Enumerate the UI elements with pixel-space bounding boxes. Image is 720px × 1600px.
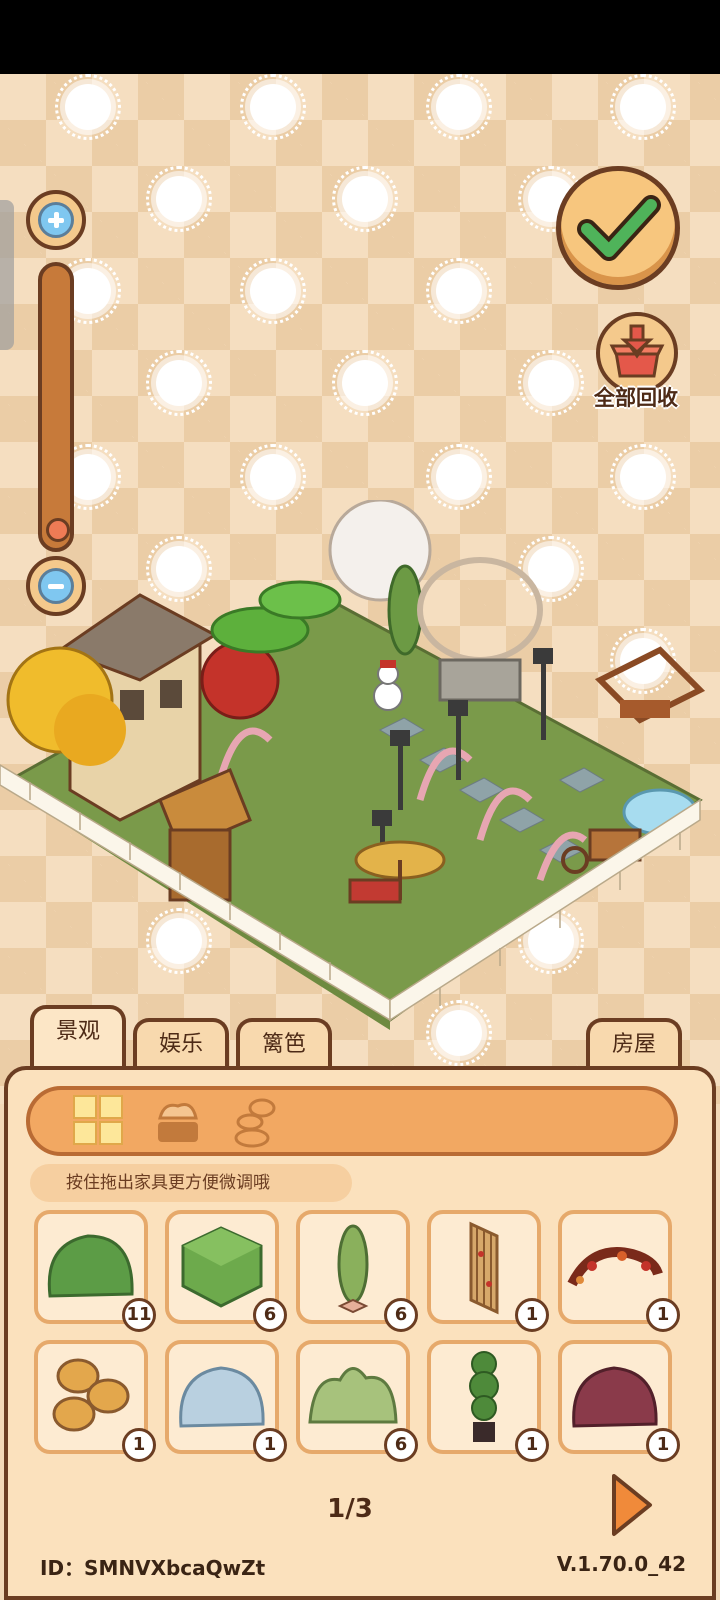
potted-plant-icon[interactable] xyxy=(150,1094,206,1148)
item-card[interactable]: 1 xyxy=(558,1210,680,1332)
item-count-badge: 1 xyxy=(646,1428,680,1462)
sun-tile-icon xyxy=(146,166,212,232)
item-card[interactable]: 6 xyxy=(165,1210,287,1332)
sun-tile-icon xyxy=(426,444,492,510)
item-count-badge: 1 xyxy=(122,1428,156,1462)
item-card[interactable]: 11 xyxy=(34,1210,156,1332)
hint-text: 按住拖出家具更方便微调哦 xyxy=(30,1164,352,1202)
sun-tile-icon xyxy=(332,350,398,416)
sun-tile-icon xyxy=(610,444,676,510)
grid-all-icon[interactable] xyxy=(70,1094,126,1148)
sun-tile-icon xyxy=(240,444,306,510)
plus-icon xyxy=(38,202,74,238)
item-card[interactable]: 1 xyxy=(427,1340,549,1462)
storage-box-icon xyxy=(609,324,665,378)
item-count-badge: 11 xyxy=(122,1298,156,1332)
version-label: V.1.70.0_42 xyxy=(556,1552,686,1576)
tab-landscape[interactable]: 景观 xyxy=(30,1005,126,1071)
item-card[interactable]: 1 xyxy=(558,1340,680,1462)
item-count-badge: 6 xyxy=(384,1428,418,1462)
confirm-button[interactable] xyxy=(556,166,680,290)
zoom-in-button[interactable] xyxy=(26,190,86,250)
item-card[interactable]: 1 xyxy=(165,1340,287,1462)
sun-tile-icon xyxy=(55,74,121,140)
sun-tile-icon xyxy=(240,74,306,140)
sun-tile-icon xyxy=(240,258,306,324)
sun-tile-icon xyxy=(426,74,492,140)
sun-tile-icon xyxy=(146,350,212,416)
item-count-badge: 6 xyxy=(253,1298,287,1332)
item-card[interactable]: 6 xyxy=(296,1340,418,1462)
item-count-badge: 1 xyxy=(515,1428,549,1462)
item-card[interactable]: 1 xyxy=(427,1210,549,1332)
stones-icon[interactable] xyxy=(228,1094,284,1148)
item-count-badge: 1 xyxy=(253,1428,287,1462)
side-drawer-handle[interactable] xyxy=(0,200,14,350)
status-bar xyxy=(0,0,720,74)
tab-fence[interactable]: 篱笆 xyxy=(236,1018,332,1070)
arrow-right-icon xyxy=(612,1474,652,1536)
sun-tile-icon xyxy=(518,350,584,416)
item-count-badge: 6 xyxy=(384,1298,418,1332)
checkmark-icon xyxy=(577,195,661,261)
sun-tile-icon xyxy=(332,166,398,232)
item-count-badge: 1 xyxy=(646,1298,680,1332)
sun-tile-icon xyxy=(610,74,676,140)
next-page-button[interactable] xyxy=(608,1470,654,1540)
recycle-all-label: 全部回收 xyxy=(594,386,678,410)
item-card[interactable]: 1 xyxy=(34,1340,156,1462)
garden-scene[interactable] xyxy=(0,500,720,1040)
item-count-badge: 1 xyxy=(515,1298,549,1332)
player-id: ID：SMNVXbcaQwZt xyxy=(40,1556,266,1580)
tab-house[interactable]: 房屋 xyxy=(586,1018,682,1070)
page-indicator: 1/3 xyxy=(327,1494,373,1524)
tab-entertainment[interactable]: 娱乐 xyxy=(133,1018,229,1070)
sun-tile-icon xyxy=(426,258,492,324)
item-card[interactable]: 6 xyxy=(296,1210,418,1332)
